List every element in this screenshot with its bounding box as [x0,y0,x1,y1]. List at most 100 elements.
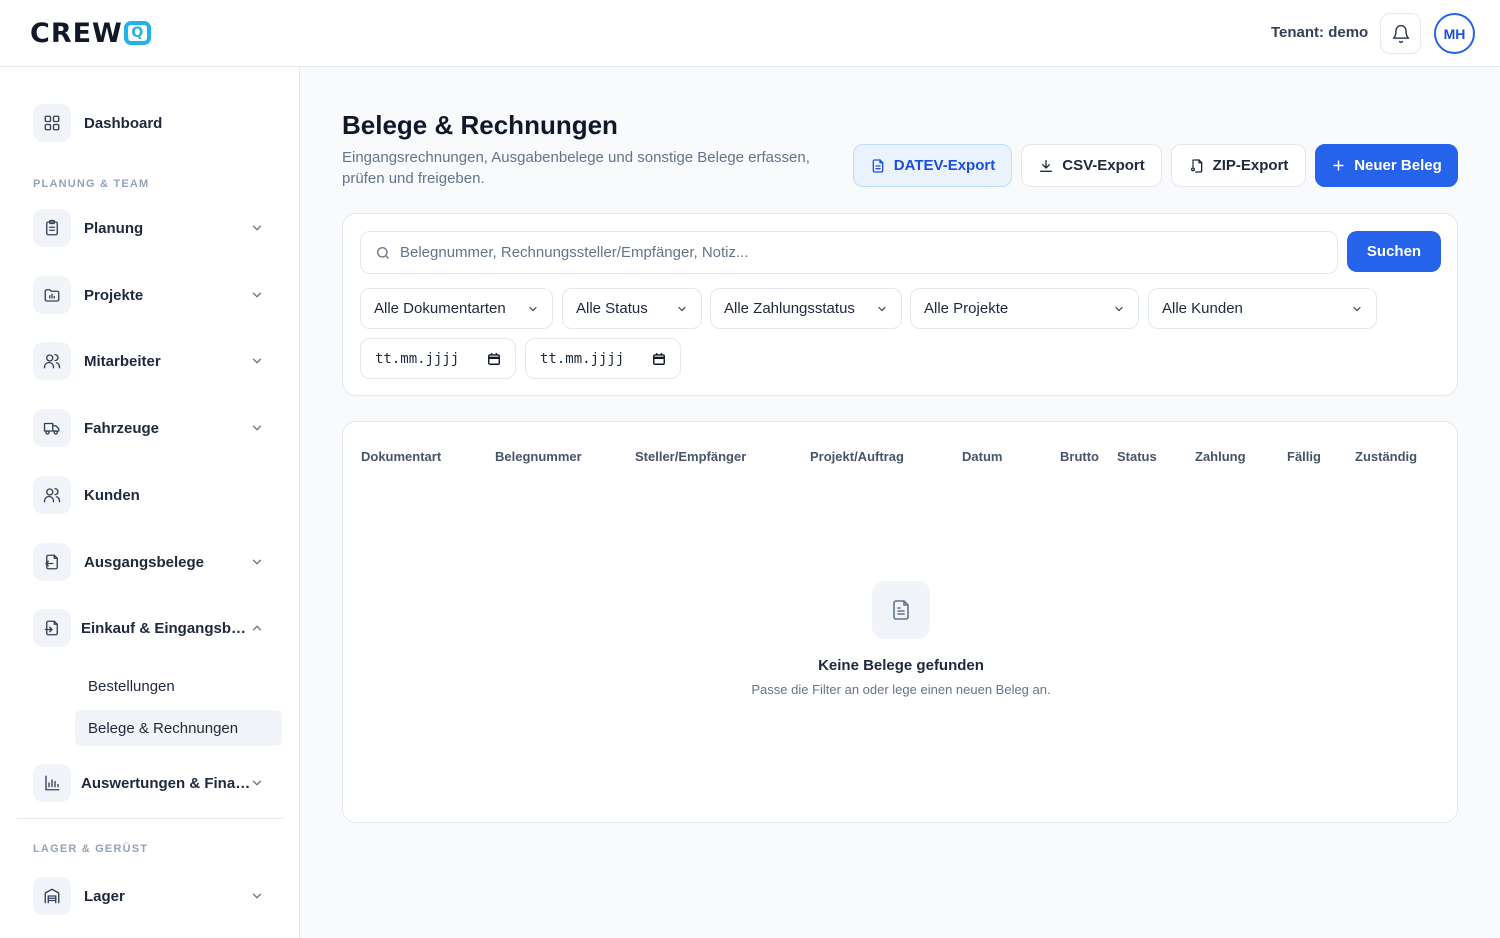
column-header-status[interactable]: Status [1117,449,1157,464]
column-header-dokumentart[interactable]: Dokumentart [361,449,441,464]
sidebar-subitem-bestellungen[interactable]: Bestellungen [75,668,282,704]
button-label: CSV-Export [1062,157,1145,174]
documents-table: Dokumentart Belegnummer Steller/Empfänge… [342,421,1458,823]
sidebar: Dashboard PLANUNG & TEAM Planung Projekt… [0,67,300,938]
filter-projects[interactable]: Alle Projekte [910,288,1139,329]
chevron-down-icon [252,425,262,431]
csv-export-button[interactable]: CSV-Export [1021,144,1162,187]
search-button[interactable]: Suchen [1347,231,1441,272]
column-header-zustaendig[interactable]: Zuständig [1355,449,1417,464]
page-subtitle: Eingangsrechnungen, Ausgabenbelege und s… [342,149,810,187]
page-title: Belege & Rechnungen [342,110,618,140]
zip-export-button[interactable]: ZIP-Export [1171,144,1306,187]
column-header-steller-empfaenger[interactable]: Steller/Empfänger [635,449,746,464]
filter-customers[interactable]: Alle Kunden [1148,288,1377,329]
chevron-down-icon [252,780,262,786]
chevron-down-icon [252,292,262,298]
search-input[interactable] [400,244,1300,261]
date-placeholder: tt.mm.jjjj [540,350,625,367]
select-value: Alle Projekte [924,300,1009,317]
folder-chart-icon [33,276,71,314]
sidebar-item-label: Lager [84,887,125,905]
sidebar-divider [17,818,283,819]
sidebar-item-label: Fahrzeuge [84,419,160,437]
file-export-icon [33,543,71,581]
sidebar-item-label: Kunden [84,486,140,504]
search-icon [377,246,389,259]
column-header-zahlung[interactable]: Zahlung [1195,449,1246,464]
column-header-faellig[interactable]: Fällig [1287,449,1321,464]
select-value: Alle Kunden [1162,300,1243,317]
chevron-down-icon [252,559,262,565]
crewiq-logo[interactable]: CREW Q [30,17,151,49]
sidebar-item-label: Auswertungen & Finanzen [81,774,253,792]
select-value: Alle Status [576,300,648,317]
sidebar-item-planung[interactable]: Planung [33,209,273,247]
file-archive-icon [1190,158,1202,173]
sidebar-item-lager[interactable]: Lager [33,877,273,915]
chevron-down-icon [1115,306,1123,312]
select-value: Alle Zahlungsstatus [724,300,855,317]
date-from-input[interactable]: tt.mm.jjjj [360,338,516,379]
plus-icon [1333,160,1344,171]
file-import-icon [33,609,71,647]
chevron-down-icon [1353,306,1361,312]
datev-export-button[interactable]: DATEV-Export [853,144,1012,187]
top-bar: CREW Q Tenant: demo MH [0,0,1500,67]
sidebar-item-projekte[interactable]: Projekte [33,276,273,314]
chevron-down-icon [252,358,262,364]
button-label: Neuer Beleg [1354,157,1442,174]
sidebar-item-ausgangsbelege[interactable]: Ausgangsbelege [33,543,273,581]
sidebar-item-kunden[interactable]: Kunden [33,476,273,514]
bar-chart-icon [33,764,71,802]
empty-state-file-icon [872,581,930,639]
column-header-projekt-auftrag[interactable]: Projekt/Auftrag [810,449,904,464]
bell-icon [1392,24,1409,43]
logo-text: CREW [30,17,123,49]
user-avatar[interactable]: MH [1434,13,1475,54]
button-label: ZIP-Export [1212,157,1289,174]
new-document-button[interactable]: Neuer Beleg [1315,144,1458,187]
chevron-down-icon [678,306,686,312]
sidebar-item-label: Ausgangsbelege [84,553,205,571]
sidebar-item-auswertungen[interactable]: Auswertungen & Finanzen [33,764,273,802]
calendar-icon[interactable] [652,352,666,366]
date-to-input[interactable]: tt.mm.jjjj [525,338,681,379]
chevron-down-icon [252,893,262,899]
chevron-down-icon [252,225,262,231]
users-icon [33,342,71,380]
file-text-icon [872,158,884,173]
search-field[interactable] [360,231,1338,274]
filter-status[interactable]: Alle Status [562,288,702,329]
calendar-icon[interactable] [487,352,501,366]
filter-payment-status[interactable]: Alle Zahlungsstatus [710,288,902,329]
clipboard-icon [33,209,71,247]
chevron-down-icon [878,306,886,312]
truck-icon [33,409,71,447]
sidebar-item-fahrzeuge[interactable]: Fahrzeuge [33,409,273,447]
download-icon [1040,159,1053,172]
sidebar-subitem-belege-rechnungen[interactable]: Belege & Rechnungen [75,710,282,746]
date-placeholder: tt.mm.jjjj [375,350,460,367]
sidebar-item-label: Mitarbeiter [84,352,161,370]
empty-state-subtitle: Passe die Filter an oder lege einen neue… [751,682,1051,697]
filter-document-type[interactable]: Alle Dokumentarten [360,288,553,329]
sidebar-item-label: Einkauf & Eingangsbelege [81,619,253,637]
sidebar-item-mitarbeiter[interactable]: Mitarbeiter [33,342,273,380]
select-value: Alle Dokumentarten [374,300,506,317]
sidebar-item-einkauf[interactable]: Einkauf & Eingangsbelege [33,609,273,647]
section-title-storage: LAGER & GERÜST [33,843,149,855]
sidebar-item-label: Planung [84,219,144,237]
button-label: DATEV-Export [893,157,996,174]
notifications-button[interactable] [1380,13,1421,54]
sidebar-item-dashboard[interactable]: Dashboard [33,104,273,142]
section-title-planning: PLANUNG & TEAM [33,178,150,190]
column-header-brutto[interactable]: Brutto [1060,449,1099,464]
sidebar-item-label: Projekte [84,286,144,304]
chevron-down-icon [529,306,537,312]
column-header-belegnummer[interactable]: Belegnummer [495,449,582,464]
tenant-label: Tenant: demo [1271,24,1369,41]
sidebar-item-label: Dashboard [84,114,163,132]
column-header-datum[interactable]: Datum [962,449,1002,464]
chevron-up-icon [252,625,262,631]
